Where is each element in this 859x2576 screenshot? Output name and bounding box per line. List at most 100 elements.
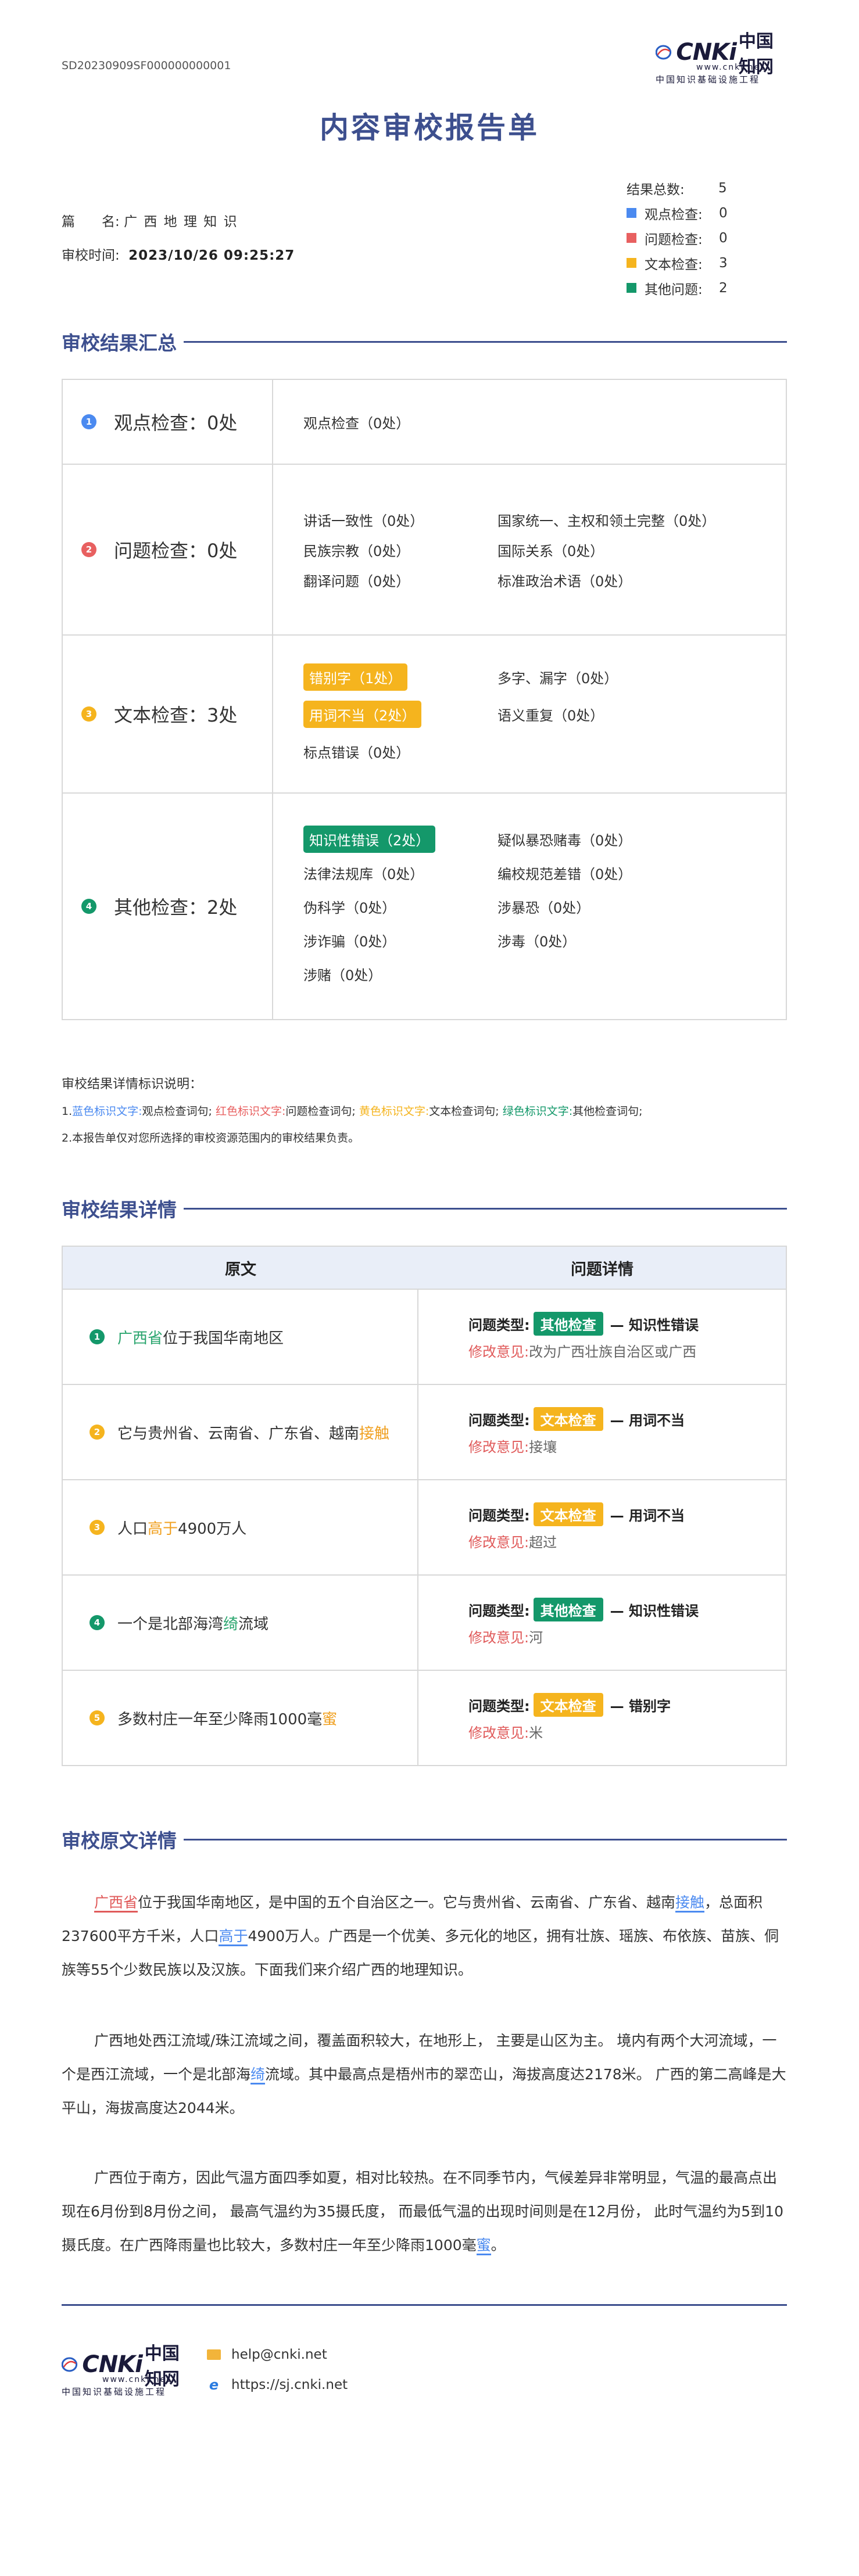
type-label: 问题类型:: [468, 1698, 530, 1714]
original-paragraph-3: 广西位于南方，因此气温方面四季如夏，相对比较热。在不同季节内，气候差异非常明显，…: [62, 2161, 787, 2262]
summary-item: 伪科学（0处）: [303, 899, 396, 916]
type-name: — 知识性错误: [610, 1316, 699, 1333]
original-cell: 1 广西省位于我国华南地区: [63, 1290, 418, 1384]
legend-blue: 蓝色标识文字:: [72, 1105, 142, 1118]
summary-row-other: 4 其他检查：2处 知识性错误（2处） 疑似暴恐赌毒（0处） 法律法规库（0处）…: [63, 794, 786, 1019]
stat-label: 观点检查:: [645, 207, 703, 223]
number-badge: 5: [90, 1710, 105, 1725]
blue-square-icon: [627, 208, 636, 218]
table-row[interactable]: 5 多数村庄一年至少降雨1000毫蜜 问题类型: 文本检查 — 错别字 修改意见: 米: [63, 1670, 786, 1765]
summary-item: 涉诈骗（0处）: [303, 933, 396, 950]
logo-subtitle: 中国知识基础设施工程: [656, 74, 761, 85]
summary-item-highlighted[interactable]: 错别字（1处）: [303, 663, 408, 691]
meta-title-row: 篇 名: 广 西 地 理 知 识: [62, 210, 238, 230]
summary-category-title: 其他检查：2处: [114, 896, 238, 919]
legend-green: 绿色标识文字:: [502, 1105, 573, 1118]
summary-items: 讲话一致性（0处） 国家统一、主权和领土完整（0处） 民族宗教（0处） 国际关系…: [273, 465, 786, 634]
section-title: 审校结果详情: [62, 1199, 177, 1221]
original-cell: 2 它与贵州省、云南省、广东省、越南接触: [63, 1385, 418, 1479]
summary-items: 错别字（1处） 多字、漏字（0处） 用词不当（2处） 语义重复（0处） 标点错误…: [273, 636, 786, 792]
fix-label: 修改意见:: [468, 1343, 529, 1360]
type-label: 问题类型:: [468, 1507, 530, 1524]
column-header-issue: 问题详情: [571, 1260, 633, 1279]
section-title: 审校结果汇总: [62, 332, 177, 354]
fix-value: 改为广西壮族自治区或广西: [529, 1343, 697, 1360]
logo-cnki-text: CNKi: [82, 2351, 143, 2378]
report-page: SD20230909SF000000000001 CNKi 中国知网 www.c…: [0, 0, 859, 2576]
legend-prefix: 1.: [62, 1105, 73, 1118]
red-square-icon: [627, 233, 636, 243]
summary-item: 标点错误（0处）: [303, 744, 410, 761]
number-badge: 2: [90, 1425, 105, 1440]
stat-value: 0: [719, 230, 728, 246]
stat-total: 结果总数: 5: [627, 175, 728, 200]
highlighted-text: 蜜: [322, 1710, 338, 1728]
summary-item: 多字、漏字（0处）: [497, 670, 618, 687]
summary-item-highlighted[interactable]: 知识性错误（2处）: [303, 825, 436, 853]
logo-url: www.cnki.net: [102, 2375, 171, 2384]
marked-text[interactable]: 蜜: [476, 2237, 491, 2255]
fix-value: 接壤: [529, 1438, 557, 1455]
section-title: 审校原文详情: [62, 1829, 177, 1852]
table-row[interactable]: 2 它与贵州省、云南省、广东省、越南接触 问题类型: 文本检查 — 用词不当 修改意…: [63, 1384, 786, 1479]
stat-problem: 问题检查: 0: [627, 225, 728, 250]
footer-website-link[interactable]: https://sj.cnki.net: [231, 2377, 348, 2392]
summary-category-title: 问题检查：0处: [114, 540, 238, 562]
summary-category: 3 文本检查：3处: [63, 636, 273, 792]
legend-red-desc: 问题检查词句;: [285, 1105, 356, 1118]
stat-total-value: 5: [718, 180, 727, 196]
section-divider: [184, 340, 787, 343]
type-name: — 知识性错误: [610, 1602, 699, 1619]
meta-title-label: 篇 名:: [62, 214, 120, 229]
text-pre: 多数村庄一年至少降雨1000毫: [117, 1710, 323, 1728]
number-badge: 1: [90, 1329, 105, 1344]
logo-subtitle: 中国知识基础设施工程: [62, 2387, 167, 2397]
table-row[interactable]: 1 广西省位于我国华南地区 问题类型: 其他检查 — 知识性错误 修改意见: 改为广西…: [63, 1289, 786, 1384]
footer-divider: [62, 2304, 787, 2306]
marked-text[interactable]: 绮: [250, 2066, 266, 2085]
text-pre: 人口: [117, 1520, 148, 1538]
highlighted-text: 广西省: [117, 1329, 163, 1347]
issue-cell: 问题类型: 文本检查 — 错别字 修改意见: 米: [418, 1671, 786, 1765]
fix-label: 修改意见:: [468, 1438, 529, 1455]
summary-item: 涉赌（0处）: [303, 967, 382, 984]
summary-items: 知识性错误（2处） 疑似暴恐赌毒（0处） 法律法规库（0处） 编校规范差错（0处…: [273, 794, 786, 1019]
logo-url: www.cnki.net: [696, 63, 765, 72]
number-badge: 3: [90, 1520, 105, 1535]
type-label: 问题类型:: [468, 1602, 530, 1619]
issue-cell: 问题类型: 其他检查 — 知识性错误 修改意见: 河: [418, 1576, 786, 1670]
fix-value: 河: [529, 1629, 543, 1646]
stat-value: 0: [719, 205, 728, 221]
summary-item: 标准政治术语（0处）: [497, 573, 632, 590]
section-original-heading: 审校原文详情: [62, 1828, 787, 1852]
type-label: 问题类型:: [468, 1412, 530, 1429]
marked-text[interactable]: 广西省: [94, 1894, 138, 1913]
fix-label: 修改意见:: [468, 1629, 529, 1646]
original-cell: 5 多数村庄一年至少降雨1000毫蜜: [63, 1671, 418, 1765]
meta-time-value: 2023/10/26 09:25:27: [128, 248, 295, 263]
legend-red: 红色标识文字:: [216, 1105, 286, 1118]
table-row[interactable]: 3 人口高于4900万人 问题类型: 文本检查 — 用词不当 修改意见: 超过: [63, 1479, 786, 1574]
legend-yellow-desc: 文本检查词句;: [429, 1105, 499, 1118]
marked-text[interactable]: 高于: [219, 1928, 248, 1946]
text-post: 流域: [238, 1615, 269, 1633]
summary-item: 民族宗教（0处）: [303, 543, 410, 559]
meta-time-label: 审校时间:: [62, 248, 120, 263]
type-name: — 错别字: [610, 1698, 671, 1714]
stat-value: 3: [719, 255, 728, 271]
type-name: — 用词不当: [610, 1412, 685, 1429]
issue-cell: 问题类型: 文本检查 — 用词不当 修改意见: 接壤: [418, 1385, 786, 1479]
table-row[interactable]: 4 一个是北部海湾绮流域 问题类型: 其他检查 — 知识性错误 修改意见: 河: [63, 1574, 786, 1670]
stat-other: 其他问题: 2: [627, 275, 728, 300]
original-cell: 4 一个是北部海湾绮流域: [63, 1576, 418, 1670]
type-chip: 文本检查: [533, 1407, 603, 1431]
footer-email-link[interactable]: help@cnki.net: [231, 2347, 327, 2362]
summary-item-highlighted[interactable]: 用词不当（2处）: [303, 700, 422, 728]
text-post: 位于我国华南地区: [163, 1329, 284, 1347]
summary-category: 2 问题检查：0处: [63, 465, 273, 634]
summary-category-title: 文本检查：3处: [114, 704, 238, 726]
marked-text[interactable]: 接触: [675, 1894, 705, 1913]
summary-item: 编校规范差错（0处）: [497, 866, 632, 882]
mail-icon: [207, 2349, 221, 2360]
column-header-original: 原文: [225, 1260, 256, 1279]
